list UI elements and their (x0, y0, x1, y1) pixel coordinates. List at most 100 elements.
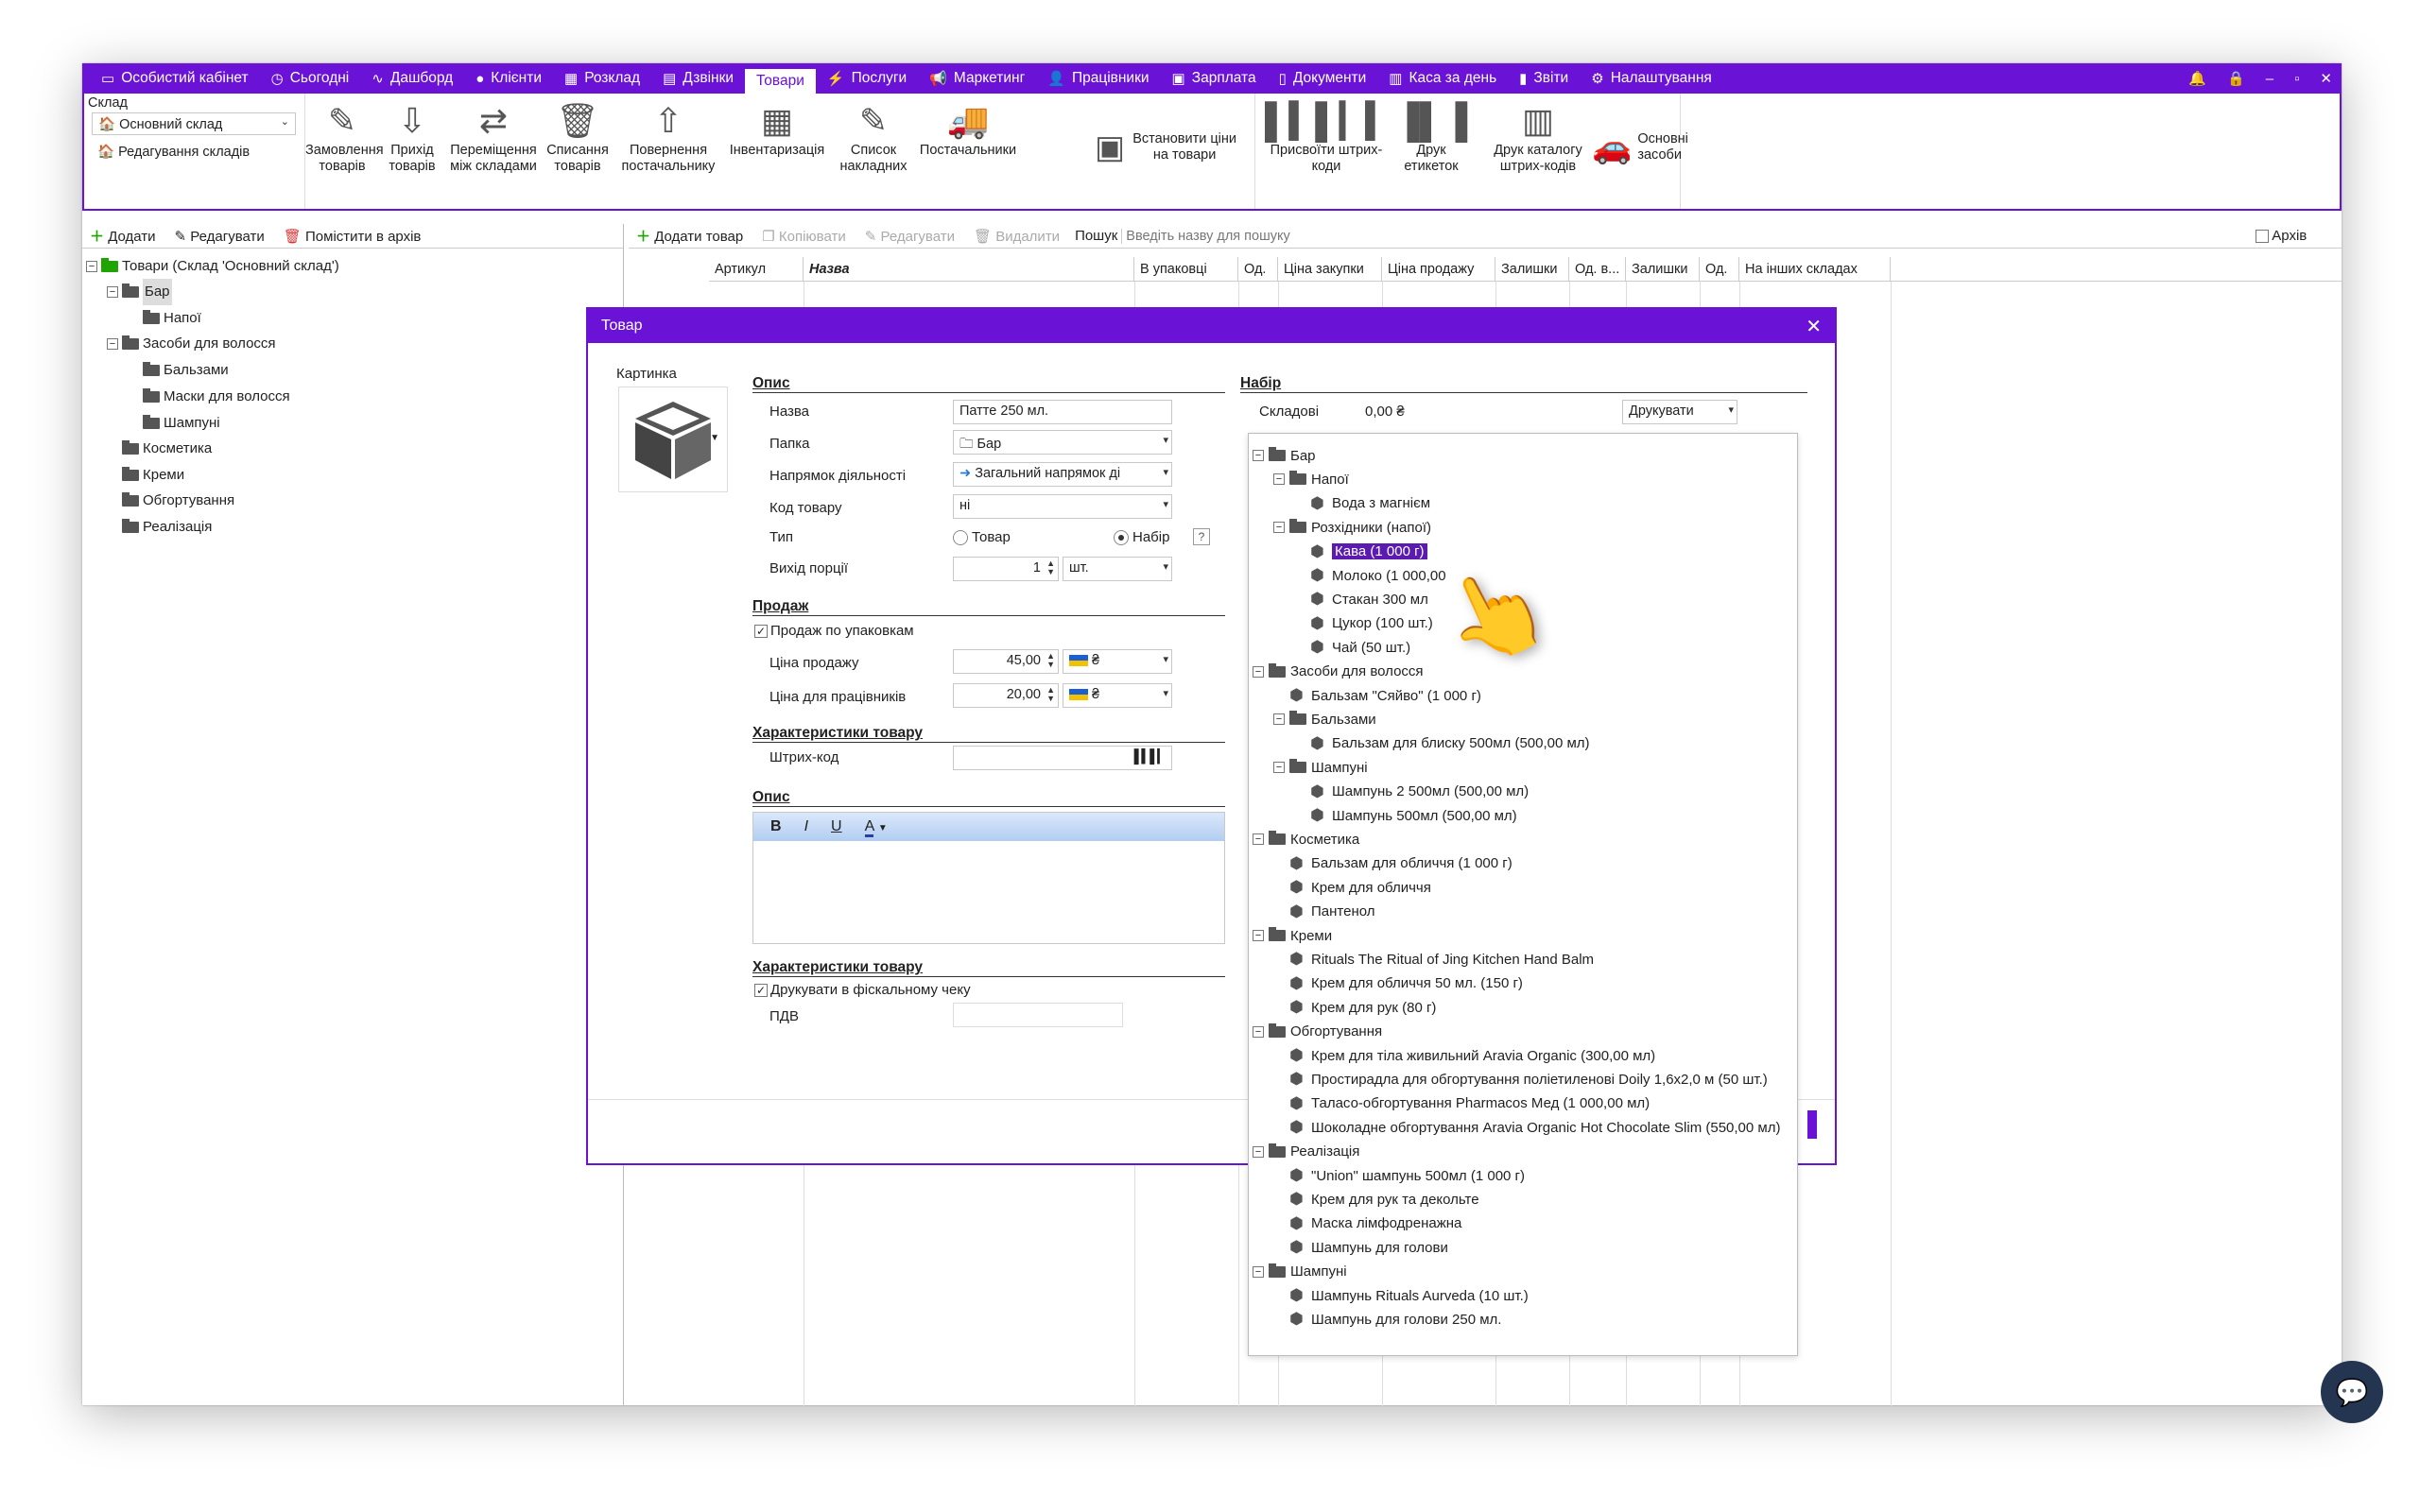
picture-box[interactable]: ▼ (618, 387, 728, 492)
underline-icon[interactable]: U (831, 818, 842, 835)
column-header[interactable]: Залишки (1495, 256, 1569, 282)
tab-clients[interactable]: ● Клієнти (464, 63, 553, 94)
folder-select[interactable]: 🗀 Бар ▾ (953, 430, 1172, 455)
tree-folder[interactable]: − Бар (1253, 445, 1316, 466)
print-fiscal-checkbox[interactable]: ✓ Друкувати в фіскальному чеку (754, 982, 971, 998)
close-window-icon[interactable]: ✕ (2320, 70, 2332, 87)
archive-folder-button[interactable]: 🗑 Помістити в архів (284, 228, 422, 245)
tree-node[interactable]: Креми (107, 462, 184, 489)
tab-salary[interactable]: ▣ Зарплата (1161, 63, 1268, 94)
tree-item[interactable]: ⬢ Простирадла для обгортування поліетилен… (1273, 1069, 1768, 1090)
tab-calls[interactable]: ▤ Дзвінки (651, 63, 745, 94)
tree-item[interactable]: ⬢ Бальзам "Сяйво" (1 000 г) (1273, 685, 1481, 706)
italic-icon[interactable]: I (804, 818, 808, 835)
tree-folder[interactable]: − Реалізація (1253, 1142, 1359, 1162)
write-off-button[interactable]: 🗑 Списання товарів (542, 99, 614, 175)
tree-node[interactable]: − Товари (Склад 'Основний склад') (86, 253, 339, 280)
employee-currency-select[interactable]: ₴ ▾ (1063, 683, 1172, 708)
name-input[interactable]: Патте 250 мл. (953, 400, 1172, 424)
tree-item[interactable]: ⬢ Вода з магнієм (1294, 493, 1430, 514)
tab-dashboard[interactable]: ∿ Дашборд (360, 63, 464, 94)
minimize-icon[interactable]: – (2266, 71, 2273, 87)
tab-documents[interactable]: ▯ Документи (1268, 63, 1378, 94)
employee-price-input[interactable]: 20,00 ▲ ▼ (953, 683, 1059, 708)
column-header[interactable]: Залишки (1626, 256, 1700, 282)
column-header[interactable]: Ціна продажу (1382, 256, 1495, 282)
tree-item[interactable]: ⬢ Цукор (100 шт.) (1294, 613, 1433, 634)
collapse-icon[interactable]: − (1273, 762, 1285, 774)
portion-unit-select[interactable]: шт. ▾ (1063, 557, 1172, 581)
collapse-icon[interactable]: − (1253, 665, 1264, 678)
tree-folder[interactable]: − Напої (1273, 469, 1349, 490)
font-color-icon[interactable]: A ▼ (864, 818, 888, 837)
tree-folder[interactable]: − Розхідники (напої) (1273, 517, 1431, 538)
collapse-icon[interactable]: − (1253, 1145, 1264, 1158)
add-folder-button[interactable]: ＋ Додати (90, 226, 156, 246)
tree-item[interactable]: ⬢ Шампунь 2 500мл (500,00 мл) (1294, 782, 1529, 802)
delete-button[interactable]: 🗑 Видалити (974, 228, 1060, 245)
tree-folder[interactable]: − Обгортування (1253, 1022, 1382, 1042)
column-header[interactable]: На інших складах (1739, 256, 1891, 282)
type-goods-radio[interactable]: Товар (953, 529, 1011, 546)
tree-item[interactable]: ⬢ Крем для обличчя 50 мл. (150 г) (1273, 973, 1523, 994)
archive-checkbox[interactable]: Архів (2256, 228, 2307, 244)
edit-folder-button[interactable]: ✎ Редагувати (175, 228, 265, 245)
collapse-icon[interactable]: − (1273, 713, 1285, 726)
edit-goods-button[interactable]: ✎ Редагувати (865, 228, 955, 245)
tree-item[interactable]: ⬢ Бальзам для обличчя (1 000 г) (1273, 853, 1512, 874)
bell-icon[interactable]: 🔔 (2188, 70, 2206, 87)
tree-node[interactable]: Косметика (107, 436, 212, 462)
close-icon[interactable]: ✕ (1806, 315, 1822, 338)
inventory-button[interactable]: ▦ Інвентаризація (723, 99, 831, 159)
collapse-icon[interactable]: − (1253, 833, 1264, 846)
dialog-ok-button-edge[interactable] (1807, 1110, 1817, 1139)
tree-node[interactable]: Бальзами (128, 357, 229, 384)
portion-input[interactable]: 1 ▲ ▼ (953, 557, 1059, 581)
tree-node[interactable]: − Засоби для волосся (107, 331, 276, 357)
tree-item[interactable]: ⬢ "Union" шампунь 500мл (1 000 г) (1273, 1165, 1525, 1186)
copy-button[interactable]: ❐ Копіювати (762, 228, 845, 245)
add-goods-button[interactable]: ＋ Додати товар (636, 226, 743, 246)
tree-item[interactable]: ⬢ Молоко (1 000,00 (1294, 565, 1446, 586)
tree-folder[interactable]: − Шампуні (1273, 757, 1368, 778)
tree-node[interactable]: Реалізація (107, 514, 212, 541)
tree-item[interactable]: ⬢ Бальзам для блиску 500мл (500,00 мл) (1294, 733, 1590, 754)
collapse-icon[interactable]: − (107, 338, 118, 350)
tree-item[interactable]: ⬢ Шампунь для голови (1273, 1237, 1448, 1258)
tab-employees[interactable]: 👤 Працівники (1036, 63, 1160, 94)
tree-folder[interactable]: − Бальзами (1273, 709, 1376, 730)
tree-item[interactable]: ⬢ Крем для тіла живильний Aravia Organic … (1273, 1045, 1655, 1066)
sale-by-package-checkbox[interactable]: ✓ Продаж по упаковкам (754, 623, 914, 639)
tab-marketing[interactable]: 📢 Маркетинг (918, 63, 1036, 94)
collapse-icon[interactable]: − (1273, 522, 1285, 534)
collapse-icon[interactable]: − (1253, 930, 1264, 941)
print-dropdown[interactable]: Друкувати ▾ (1622, 400, 1737, 424)
assign-barcodes-button[interactable]: ▌▍▌▎▍ Присвоїти штрих-коди (1265, 99, 1392, 175)
tree-item[interactable]: ⬢ Rituals The Ritual of Jing Kitchen Hand… (1273, 949, 1594, 970)
tree-item[interactable]: ⬢ Шампунь Rituals Aurveda (10 шт.) (1273, 1285, 1529, 1306)
warehouse-select[interactable]: 🏠 Основний склад ⌄ (92, 112, 296, 135)
tree-node[interactable]: Шампуні (128, 410, 220, 437)
tree-node[interactable]: Обгортування (107, 488, 234, 514)
code-select[interactable]: ні ▾ (953, 494, 1172, 519)
tab-schedule[interactable]: ▦ Розклад (553, 63, 651, 94)
tree-item[interactable]: ⬢ Крем для рук та декольте (1273, 1189, 1479, 1210)
invoices-list-button[interactable]: ✎ Список накладних (831, 99, 916, 175)
tab-cash-day[interactable]: ▥ Каса за день (1377, 63, 1508, 94)
collapse-icon[interactable]: − (86, 261, 97, 272)
column-header[interactable]: Артикул (709, 256, 804, 282)
tree-item[interactable]: ⬢ Пантенол (1273, 902, 1375, 922)
tree-item[interactable]: ⬢ Чай (50 шт.) (1294, 637, 1410, 658)
collapse-icon[interactable]: − (107, 286, 118, 298)
suppliers-button[interactable]: 🚚 Постачальники (916, 99, 1020, 159)
tree-item[interactable]: ⬢ Шампунь для голови 250 мл. (1273, 1309, 1501, 1330)
move-between-warehouses-button[interactable]: ⇄ Переміщення між складами (445, 99, 542, 175)
return-supplier-button[interactable]: ⇧ Повернення постачальнику (614, 99, 723, 175)
tree-item[interactable]: ⬢ Крем для обличчя (1273, 877, 1431, 898)
tab-goods[interactable]: Товари (745, 69, 816, 94)
tree-folder[interactable]: − Креми (1253, 925, 1332, 946)
edit-warehouses-link[interactable]: 🏠 Редагування складів (97, 144, 250, 160)
order-goods-button[interactable]: ✎ Замовлення товарів (305, 99, 384, 175)
print-catalog-button[interactable]: ▥ Друк каталогу штрих-кодів (1478, 99, 1598, 175)
column-header[interactable]: Од. (1700, 256, 1739, 282)
